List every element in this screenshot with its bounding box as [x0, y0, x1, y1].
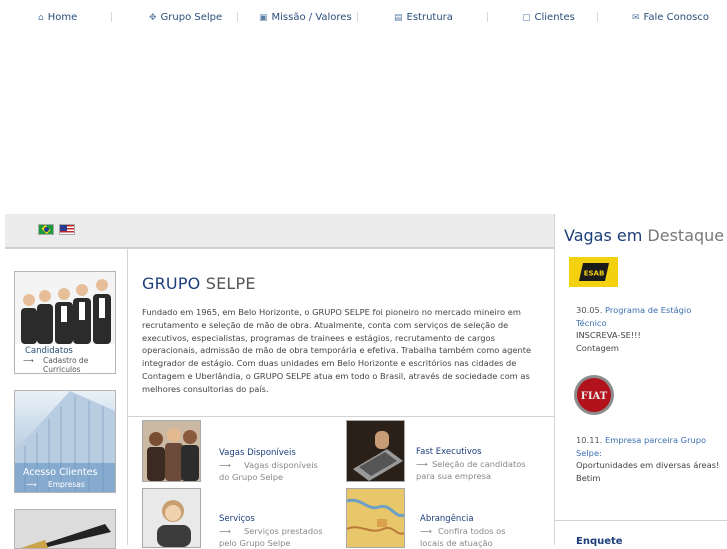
abrangencia-link[interactable]: Abrangência: [420, 514, 474, 524]
vaga-item: 30.05. Programa de Estágio Técnico INSCR…: [576, 305, 692, 353]
column-divider: [127, 248, 128, 545]
fast-executivos-desc: Seleção de candidatos para sua empresa: [416, 459, 526, 481]
fast-executivos-thumbnail[interactable]: [346, 420, 405, 482]
servicos-desc: Serviços prestados pelo Grupo Selpe: [219, 526, 323, 548]
arrow-icon: ⟶: [26, 480, 37, 489]
acesso-clientes-subtitle: Empresas: [48, 480, 85, 489]
vagas-destaque-title: Vagas em Destaque: [564, 226, 725, 245]
candidatos-title: Candidatos: [25, 346, 73, 356]
people-image: [143, 421, 200, 481]
divider: [555, 520, 727, 521]
arrow-icon: ⟶: [23, 356, 34, 365]
building-icon: ▤: [394, 12, 403, 23]
nav-separator: [111, 12, 112, 22]
acesso-clientes-box[interactable]: Acesso Clientes ⟶ Empresas: [14, 390, 116, 493]
woman-phone-image: [143, 489, 200, 547]
vagas-disponiveis-desc: Vagas disponíveis do Grupo Selpe: [219, 460, 318, 482]
fiat-logo[interactable]: FIAT: [573, 374, 615, 416]
language-bar: [5, 214, 554, 248]
divider: [128, 416, 554, 417]
abrangencia-desc: Confira todos os locais de atuação: [420, 526, 506, 548]
nav-clientes[interactable]: ▢ Clientes: [522, 12, 575, 23]
intro-paragraph: Fundado em 1965, em Belo Horizonte, o GR…: [142, 307, 532, 394]
nav-home[interactable]: ⌂ Home: [38, 12, 77, 23]
servicos-thumbnail[interactable]: [142, 488, 201, 548]
vagas-thumbnail[interactable]: [142, 420, 201, 482]
nav-separator: [487, 12, 488, 22]
nav-separator: [237, 12, 238, 22]
mail-icon: ✉: [632, 12, 640, 23]
svg-text:ESAB: ESAB: [584, 270, 605, 278]
nav-estrutura[interactable]: ▤ Estrutura: [394, 12, 453, 23]
divider: [5, 248, 554, 249]
column-divider: [554, 214, 555, 545]
diamond-icon: ✥: [149, 12, 157, 23]
usa-flag-icon[interactable]: [59, 224, 75, 235]
pen-image-box[interactable]: [14, 509, 116, 549]
enquete-title: Enquete: [576, 536, 623, 547]
svg-text:FIAT: FIAT: [581, 391, 608, 402]
user-card-icon: ▢: [522, 12, 531, 23]
servicos-link[interactable]: Serviços: [219, 514, 255, 524]
candidatos-box[interactable]: Candidatos ⟶ Cadastro de Curriculos: [14, 271, 116, 374]
laptop-image: [347, 421, 404, 481]
acesso-clientes-title: Acesso Clientes: [23, 467, 98, 478]
nav-grupo-selpe[interactable]: ✥ Grupo Selpe: [149, 12, 222, 23]
top-nav: ⌂ Home ✥ Grupo Selpe ▣ Missão / Valores …: [0, 0, 727, 36]
nav-missao-valores[interactable]: ▣ Missão / Valores: [259, 12, 352, 23]
home-icon: ⌂: [38, 12, 44, 23]
abrangencia-thumbnail[interactable]: [346, 488, 405, 548]
brazil-flag-icon[interactable]: [38, 224, 54, 235]
camera-icon: ▣: [259, 12, 268, 23]
nav-fale-conosco[interactable]: ✉ Fale Conosco: [632, 12, 709, 23]
business-people-image: [15, 272, 115, 344]
page-title: GRUPO SELPE: [142, 274, 256, 293]
nav-separator: [597, 12, 598, 22]
map-image: [347, 489, 404, 547]
candidatos-subtitle: Cadastro de Curriculos: [43, 356, 89, 374]
fast-executivos-link[interactable]: Fast Executivos: [416, 447, 482, 457]
vagas-disponiveis-link[interactable]: Vagas Disponíveis: [219, 448, 296, 458]
pen-image: [15, 510, 115, 548]
vaga-item: 10.11. Empresa parceira Grupo Selpe: Opo…: [576, 435, 720, 483]
esab-logo[interactable]: ESAB: [569, 257, 618, 287]
nav-separator: [357, 12, 358, 22]
